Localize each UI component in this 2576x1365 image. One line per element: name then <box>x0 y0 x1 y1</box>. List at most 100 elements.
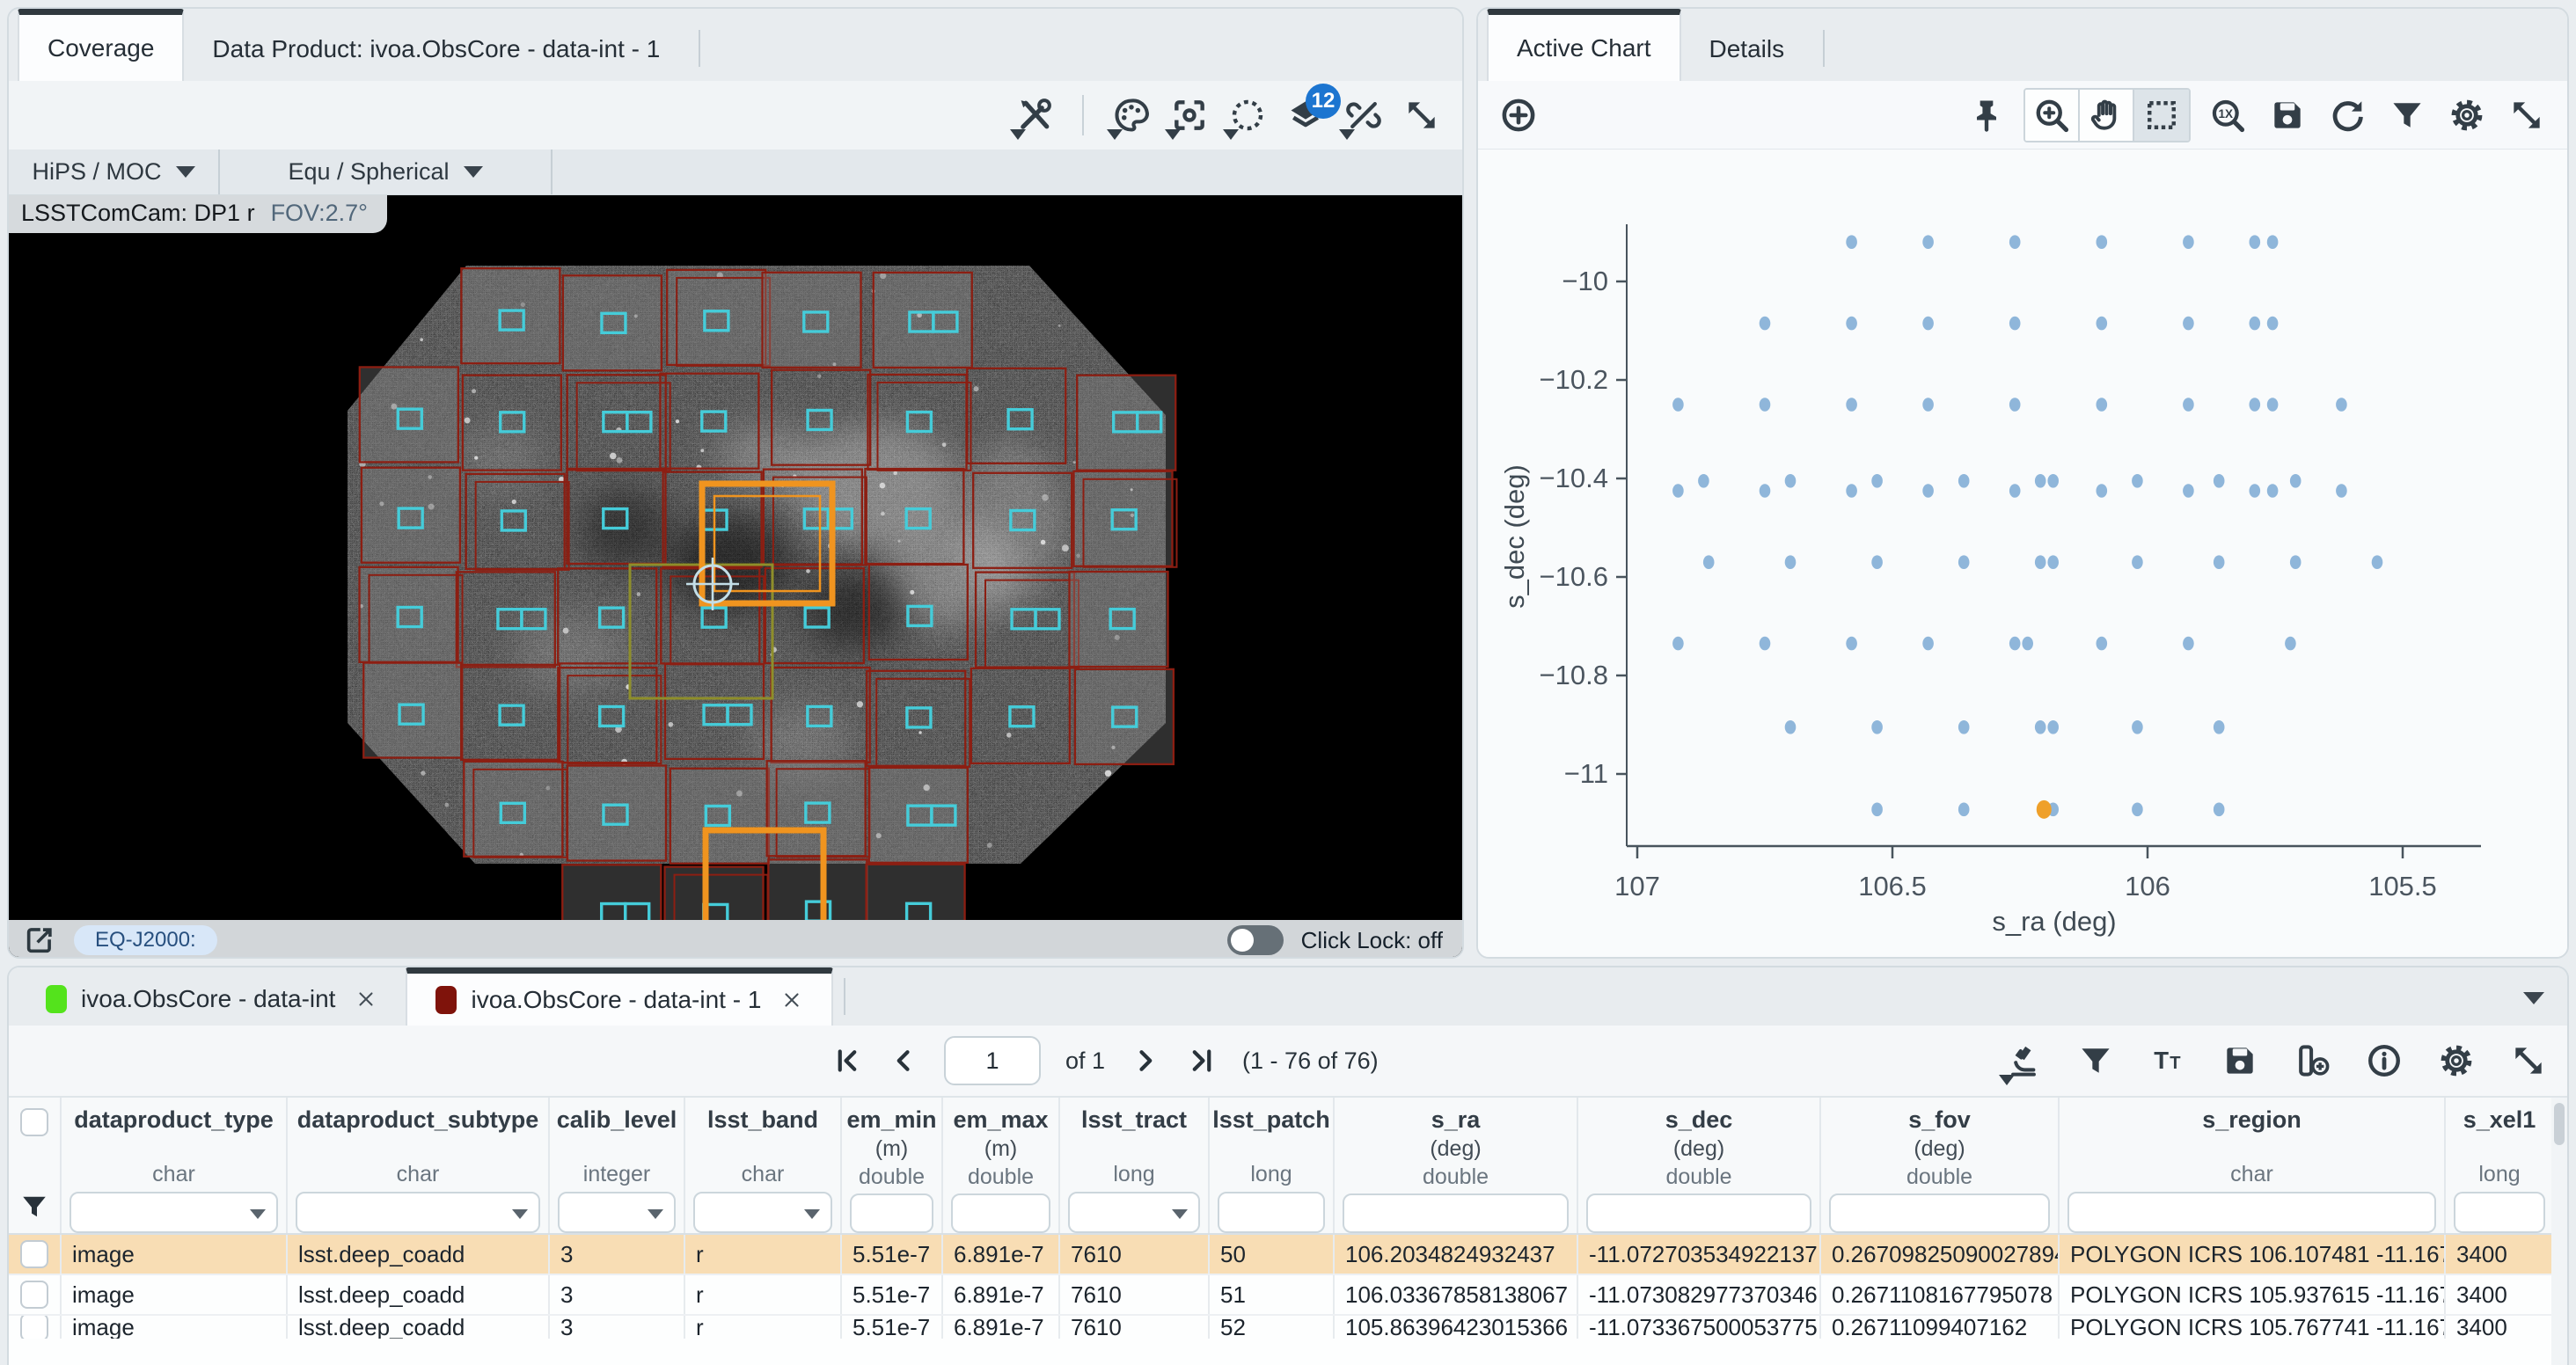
last-page-icon[interactable] <box>1186 1045 1218 1077</box>
palette-icon[interactable] <box>1109 92 1154 138</box>
microscope-icon[interactable] <box>2001 1038 2046 1084</box>
survey-name: LSSTComCam: DP1 r <box>21 200 255 227</box>
select-region-icon[interactable] <box>1225 92 1270 138</box>
tab-coverage[interactable]: Coverage <box>18 9 184 81</box>
dropdown-caret-icon <box>1107 129 1123 140</box>
table-tab-0[interactable]: ivoa.ObsCore - data-int <box>18 973 406 1026</box>
column-filter-input[interactable] <box>1586 1193 1811 1233</box>
save-icon[interactable] <box>2265 92 2310 138</box>
column-header-s_dec[interactable]: s_dec(deg)double <box>1578 1098 1821 1233</box>
hips-moc-menu[interactable]: HiPS / MOC <box>9 150 220 194</box>
tab-active-chart[interactable]: Active Chart <box>1487 9 1681 81</box>
collapse-tables-icon[interactable] <box>2523 992 2544 1004</box>
pan-icon[interactable] <box>2080 90 2134 141</box>
column-filter-input[interactable] <box>2454 1192 2545 1233</box>
first-page-icon[interactable] <box>831 1045 863 1077</box>
row-checkbox[interactable] <box>20 1281 48 1309</box>
column-filter-input[interactable] <box>951 1193 1050 1233</box>
zoom-1x-icon[interactable]: 1X <box>2205 92 2250 138</box>
sky-coverage-canvas[interactable] <box>9 195 1462 959</box>
table-color-marker <box>435 986 457 1014</box>
filter-icon[interactable] <box>2073 1038 2119 1084</box>
column-header-lsst_tract[interactable]: lsst_tractlong <box>1060 1098 1210 1233</box>
add-chart-icon[interactable] <box>1496 92 1541 138</box>
expand-icon[interactable] <box>1399 92 1445 138</box>
column-header-dataproduct_subtype[interactable]: dataproduct_subtypechar <box>288 1098 550 1233</box>
coverage-view-menus: HiPS / MOC Equ / Spherical <box>9 150 1462 195</box>
center-on-icon[interactable] <box>1167 92 1212 138</box>
close-icon[interactable] <box>355 988 377 1011</box>
next-page-icon[interactable] <box>1130 1045 1161 1077</box>
column-filter-input[interactable] <box>296 1192 540 1233</box>
page-number-input[interactable]: 1 <box>944 1036 1041 1085</box>
table-row[interactable]: imagelsst.deep_coadd3r5.51e-76.891e-7761… <box>9 1275 2567 1316</box>
layers-icon[interactable]: 12 <box>1283 92 1328 138</box>
column-filter-input[interactable] <box>1343 1193 1569 1233</box>
unlink-icon[interactable] <box>1341 92 1387 138</box>
filter-icon[interactable] <box>2384 92 2430 138</box>
settings-icon[interactable] <box>2444 92 2490 138</box>
column-filter-input[interactable] <box>1829 1193 2050 1233</box>
chart-point <box>2290 555 2302 569</box>
info-icon[interactable] <box>2361 1038 2407 1084</box>
column-filter-input[interactable] <box>1218 1192 1325 1233</box>
refresh-icon[interactable] <box>2324 92 2370 138</box>
scatter-chart-canvas[interactable]: 107106.5106105.5−10−10.2−10.4−10.6−10.8−… <box>1478 150 2567 959</box>
vertical-scrollbar[interactable] <box>2551 1098 2567 1365</box>
table-cell-lsst_patch: 50 <box>1210 1235 1335 1274</box>
settings-icon[interactable] <box>2433 1038 2479 1084</box>
table-tab-1[interactable]: ivoa.ObsCore - data-int - 1 <box>406 967 833 1026</box>
save-icon[interactable] <box>2217 1038 2263 1084</box>
column-header-s_fov[interactable]: s_fov(deg)double <box>1821 1098 2060 1233</box>
projection-menu[interactable]: Equ / Spherical <box>220 150 553 194</box>
column-header-lsst_band[interactable]: lsst_bandchar <box>685 1098 842 1233</box>
table-row[interactable]: imagelsst.deep_coadd3r5.51e-76.891e-7761… <box>9 1235 2567 1275</box>
box-select-icon[interactable] <box>2134 90 2189 141</box>
expand-icon[interactable] <box>2506 1038 2551 1084</box>
prev-page-icon[interactable] <box>888 1045 919 1077</box>
add-column-icon[interactable] <box>2289 1038 2335 1084</box>
coverage-image-area: LSSTComCam: DP1 r FOV:2.7° EQ-J2000: Cli… <box>9 195 1462 959</box>
tab-data-product[interactable]: Data Product: ivoa.ObsCore - data-int - … <box>184 18 688 81</box>
expand-frame-icon[interactable] <box>23 923 56 957</box>
column-header-s_ra[interactable]: s_ra(deg)double <box>1335 1098 1578 1233</box>
row-checkbox[interactable] <box>20 1240 48 1268</box>
row-checkbox[interactable] <box>20 1316 48 1339</box>
column-header-lsst_patch[interactable]: lsst_patchlong <box>1210 1098 1335 1233</box>
zoom-in-icon[interactable] <box>2025 90 2080 141</box>
chevron-down-icon <box>648 1209 663 1219</box>
table-cell-s_region: POLYGON ICRS 105.937615 -11.167696 10 <box>2060 1275 2446 1314</box>
column-filter-input[interactable] <box>70 1192 278 1233</box>
column-header-em_max[interactable]: em_max(m)double <box>943 1098 1060 1233</box>
column-filter-input[interactable] <box>2067 1192 2436 1233</box>
column-header-dataproduct_type[interactable]: dataproduct_typechar <box>62 1098 288 1233</box>
vertical-scrollbar-thumb[interactable] <box>2554 1103 2565 1145</box>
column-filter-input[interactable] <box>850 1193 933 1233</box>
filter-icon[interactable] <box>18 1191 50 1223</box>
column-filter-input[interactable] <box>558 1192 676 1233</box>
fov-value: FOV:2.7° <box>271 200 368 227</box>
column-header-s_xel1[interactable]: s_xel1long <box>2446 1098 2555 1233</box>
chart-tabstrip: Active Chart Details <box>1478 9 2567 81</box>
coordinate-readout[interactable]: EQ-J2000: <box>74 925 217 955</box>
column-header-calib_level[interactable]: calib_levelinteger <box>550 1098 685 1233</box>
close-icon[interactable] <box>780 989 803 1011</box>
chart-point <box>2214 720 2225 734</box>
pagination: 1 of 1 (1 - 76 of 76) <box>831 1026 1379 1096</box>
click-lock-toggle[interactable] <box>1227 925 1284 955</box>
tools-icon[interactable] <box>1012 92 1057 138</box>
firefly-app: Coverage Data Product: ivoa.ObsCore - da… <box>0 0 2576 1365</box>
table-toolbar-icons: TT <box>2001 1026 2551 1096</box>
table-row[interactable]: imagelsst.deep_coadd3r5.51e-76.891e-7761… <box>9 1316 2567 1339</box>
chart-point <box>1698 474 1709 488</box>
pin-icon[interactable] <box>1964 92 2009 138</box>
expand-icon[interactable] <box>2504 92 2550 138</box>
column-filter-input[interactable] <box>693 1192 832 1233</box>
text-format-icon[interactable]: TT <box>2145 1038 2191 1084</box>
select-all-checkbox[interactable] <box>20 1108 48 1136</box>
column-filter-input[interactable] <box>1068 1192 1200 1233</box>
column-header-s_region[interactable]: s_regionchar <box>2060 1098 2446 1233</box>
column-type: double <box>1906 1164 1972 1190</box>
column-header-em_min[interactable]: em_min(m)double <box>842 1098 943 1233</box>
tab-details[interactable]: Details <box>1681 18 1813 81</box>
